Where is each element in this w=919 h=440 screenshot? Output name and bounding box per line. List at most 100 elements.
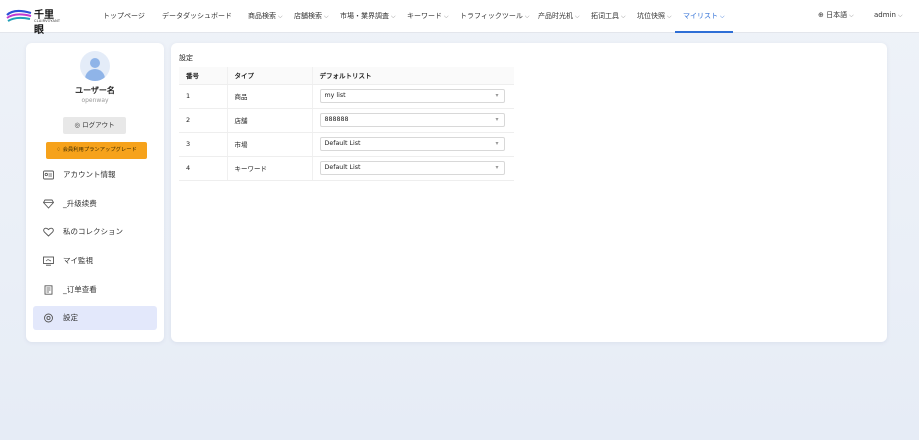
nav-label: トップページ bbox=[103, 12, 145, 20]
power-icon: ◎ bbox=[74, 121, 81, 129]
chevron-down-icon: ⌵ bbox=[849, 12, 854, 19]
nav-label: 坑位快照 bbox=[637, 12, 665, 20]
user-menu[interactable]: admin ⌵ bbox=[874, 0, 903, 30]
upgrade-label: 会員利用プランアップグレード bbox=[62, 147, 137, 153]
sidebar-item-label: _订单查看 bbox=[63, 285, 97, 294]
chevron-down-icon: ▾ bbox=[495, 92, 499, 99]
nav-item-dashboard[interactable]: データダッシュボード bbox=[162, 0, 232, 33]
sidebar-item-label: 設定 bbox=[63, 313, 78, 322]
heart-icon bbox=[43, 227, 54, 237]
column-header-default-list: デフォルトリスト bbox=[312, 67, 514, 85]
row-number: 1 bbox=[179, 84, 228, 109]
table-row: 4 キーワード Default List ▾ bbox=[179, 156, 514, 181]
nav-label: マイリスト bbox=[683, 12, 718, 20]
row-list-cell: Default List ▾ bbox=[312, 132, 514, 157]
nav-label: キーワード bbox=[407, 12, 442, 20]
profile-sidebar: ユーザー名 openway ◎ ログアウト ♢ 会員利用プランアップグレード ア… bbox=[26, 43, 164, 342]
row-type: 店舗 bbox=[227, 108, 313, 133]
logo[interactable]: 千里眼 CLAIRVOYANT bbox=[6, 6, 62, 36]
nav-label: 拓词工具 bbox=[591, 12, 619, 20]
nav-label: データダッシュボード bbox=[162, 12, 232, 20]
avatar-body-shape bbox=[85, 69, 105, 81]
nav-label: 店舗検索 bbox=[294, 12, 322, 20]
user-menu-label: admin bbox=[874, 11, 896, 19]
id-card-icon bbox=[43, 170, 54, 180]
default-list-select[interactable]: my list ▾ bbox=[319, 89, 505, 103]
row-type: 市場 bbox=[227, 132, 313, 157]
top-navbar: 千里眼 CLAIRVOYANT トップページ データダッシュボード 商品検索 ⌵ … bbox=[0, 0, 919, 36]
diamond-icon bbox=[43, 199, 54, 209]
nav-item-store-search[interactable]: 店舗検索 ⌵ bbox=[294, 0, 329, 33]
nav-label: 商品検索 bbox=[248, 12, 276, 20]
avatar-head-shape bbox=[90, 58, 100, 68]
nav-item-snapshot[interactable]: 坑位快照 ⌵ bbox=[637, 0, 672, 33]
chevron-down-icon: ⌵ bbox=[278, 13, 283, 20]
chevron-down-icon: ▾ bbox=[495, 140, 499, 147]
language-label: 日本語 bbox=[826, 11, 848, 19]
nav-item-mylist[interactable]: マイリスト ⌵ bbox=[675, 0, 733, 33]
row-type: キーワード bbox=[227, 156, 313, 181]
table-row: 2 店舗 888888 ▾ bbox=[179, 108, 514, 133]
chevron-down-icon: ⌵ bbox=[324, 13, 329, 20]
sidebar-item-account[interactable]: アカウント情報 bbox=[33, 163, 157, 187]
chevron-down-icon: ▾ bbox=[495, 116, 499, 123]
settings-panel: 設定 番号 タイプ デフォルトリスト 1 商品 my list ▾ 2 店舗 88… bbox=[171, 43, 887, 342]
brand-subtitle: CLAIRVOYANT bbox=[34, 19, 61, 23]
select-value: 888888 bbox=[324, 116, 349, 123]
sidebar-item-label: アカウント情報 bbox=[63, 170, 116, 179]
diamond-icon: ♢ bbox=[56, 147, 61, 153]
row-list-cell: my list ▾ bbox=[312, 84, 514, 109]
row-number: 2 bbox=[179, 108, 228, 133]
chevron-down-icon: ⌵ bbox=[444, 13, 449, 20]
globe-icon: ⊕ bbox=[818, 11, 824, 19]
select-value: my list bbox=[324, 92, 346, 99]
chevron-down-icon: ⌵ bbox=[897, 12, 903, 19]
default-list-select[interactable]: 888888 ▾ bbox=[319, 113, 505, 127]
row-number: 4 bbox=[179, 156, 228, 181]
sidebar-item-collection[interactable]: 私のコレクション bbox=[33, 220, 157, 244]
default-list-select[interactable]: Default List ▾ bbox=[319, 137, 505, 151]
column-header-number: 番号 bbox=[179, 67, 228, 85]
chevron-down-icon: ⌵ bbox=[575, 13, 580, 20]
nav-label: トラフィックツール bbox=[460, 12, 523, 20]
upgrade-button[interactable]: ♢ 会員利用プランアップグレード bbox=[46, 142, 147, 159]
receipt-icon bbox=[44, 285, 53, 295]
table-row: 1 商品 my list ▾ bbox=[179, 84, 514, 109]
chevron-down-icon: ⌵ bbox=[391, 13, 396, 20]
sidebar-item-orders[interactable]: _订单查看 bbox=[33, 278, 157, 302]
row-list-cell: Default List ▾ bbox=[312, 156, 514, 181]
chevron-down-icon: ⌵ bbox=[621, 13, 626, 20]
chevron-down-icon: ▾ bbox=[495, 164, 499, 171]
chevron-down-icon: ⌵ bbox=[720, 13, 725, 20]
sidebar-item-renewal[interactable]: _升级续费 bbox=[33, 192, 157, 216]
nav-item-traffic-tools[interactable]: トラフィックツール ⌵ bbox=[460, 0, 529, 33]
select-value: Default List bbox=[324, 164, 361, 171]
select-value: Default List bbox=[324, 140, 361, 147]
avatar bbox=[80, 51, 110, 81]
logo-mark-icon bbox=[6, 9, 32, 22]
nav-item-word-tool[interactable]: 拓词工具 ⌵ bbox=[591, 0, 626, 33]
nav-item-top[interactable]: トップページ bbox=[103, 0, 145, 33]
sidebar-item-label: 私のコレクション bbox=[63, 227, 123, 236]
monitor-icon bbox=[43, 256, 54, 266]
nav-item-time-machine[interactable]: 产品时光机 ⌵ bbox=[538, 0, 580, 33]
row-type: 商品 bbox=[227, 84, 313, 109]
row-number: 3 bbox=[179, 132, 228, 157]
sidebar-item-label: _升级续费 bbox=[63, 199, 97, 208]
logout-button[interactable]: ◎ ログアウト bbox=[63, 117, 126, 134]
nav-item-market-research[interactable]: 市場・業界調査 ⌵ bbox=[340, 0, 396, 33]
default-list-select[interactable]: Default List ▾ bbox=[319, 161, 505, 175]
chevron-down-icon: ⌵ bbox=[667, 13, 672, 20]
language-selector[interactable]: ⊕ 日本語 ⌵ bbox=[818, 0, 854, 30]
chevron-down-icon: ⌵ bbox=[524, 13, 530, 20]
sidebar-item-settings[interactable]: 設定 bbox=[33, 306, 157, 330]
table-row: 3 市場 Default List ▾ bbox=[179, 132, 514, 157]
page-title: 設定 bbox=[179, 54, 193, 62]
nav-label: 市場・業界調査 bbox=[340, 12, 389, 20]
nav-label: 产品时光机 bbox=[538, 12, 573, 20]
nav-item-keyword[interactable]: キーワード ⌵ bbox=[407, 0, 449, 33]
nav-item-product-search[interactable]: 商品検索 ⌵ bbox=[248, 0, 283, 33]
sidebar-item-monitor[interactable]: マイ監視 bbox=[33, 249, 157, 273]
column-header-type: タイプ bbox=[227, 67, 313, 85]
gear-icon bbox=[44, 313, 53, 323]
